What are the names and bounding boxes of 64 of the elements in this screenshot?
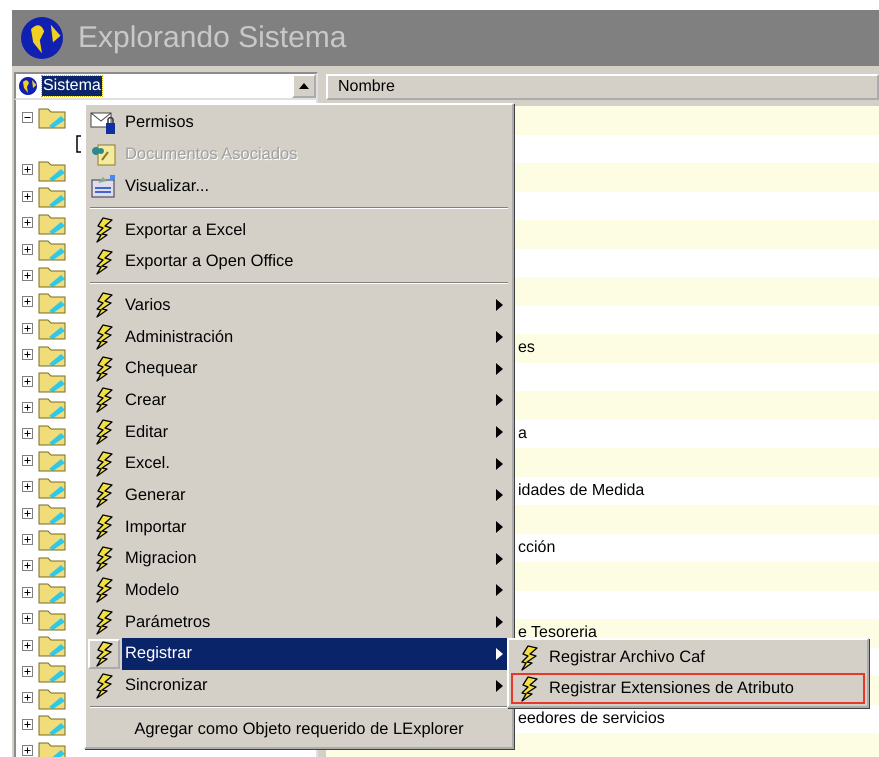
expand-icon[interactable] bbox=[22, 376, 33, 387]
document-icon bbox=[90, 142, 118, 168]
expand-icon[interactable] bbox=[22, 481, 33, 492]
expand-icon[interactable] bbox=[22, 534, 33, 545]
lightning-icon bbox=[94, 609, 114, 636]
menu-item[interactable]: Exportar a Excel bbox=[88, 214, 510, 246]
expand-icon[interactable] bbox=[22, 560, 33, 572]
collapse-icon[interactable] bbox=[22, 112, 33, 123]
menu-item[interactable]: Exportar a Open Office bbox=[88, 246, 510, 278]
triangle-icon bbox=[298, 82, 310, 90]
expand-icon[interactable] bbox=[22, 613, 33, 624]
menu-item[interactable]: Modelo bbox=[88, 574, 510, 606]
dropdown-button[interactable] bbox=[292, 74, 316, 98]
menu-item[interactable]: Registrar Extensiones de Atributo bbox=[511, 673, 865, 704]
lightning-icon bbox=[519, 644, 539, 670]
expand-icon[interactable] bbox=[22, 402, 33, 413]
lightning-icon bbox=[94, 356, 114, 382]
lightning-icon bbox=[94, 514, 114, 540]
form-icon bbox=[90, 173, 118, 200]
expand-icon[interactable] bbox=[22, 508, 33, 519]
lightning-icon bbox=[94, 640, 114, 667]
lightning-icon bbox=[94, 216, 114, 243]
expand-icon[interactable] bbox=[22, 322, 33, 334]
expand-icon[interactable] bbox=[22, 640, 33, 650]
column-header[interactable]: Nombre bbox=[326, 74, 879, 100]
expand-icon[interactable] bbox=[22, 190, 33, 202]
expand-icon[interactable] bbox=[22, 692, 33, 704]
lightning-icon bbox=[94, 672, 114, 699]
lightning-icon bbox=[94, 292, 114, 318]
expand-icon[interactable] bbox=[22, 454, 33, 466]
menu-item[interactable]: Parámetros bbox=[88, 606, 510, 638]
globe-icon bbox=[18, 76, 38, 96]
expand-icon[interactable] bbox=[22, 164, 33, 176]
node-icon bbox=[76, 134, 82, 153]
lightning-icon bbox=[94, 577, 114, 604]
lightning-icon bbox=[94, 248, 114, 275]
lightning-icon bbox=[94, 419, 114, 446]
envelope-lock-icon bbox=[90, 110, 118, 136]
expand-icon[interactable] bbox=[22, 270, 33, 282]
expand-icon[interactable] bbox=[22, 666, 33, 677]
lightning-icon bbox=[94, 546, 114, 572]
menu-item[interactable]: Sincronizar bbox=[88, 670, 510, 702]
expand-icon[interactable] bbox=[22, 244, 33, 255]
expand-icon[interactable] bbox=[22, 296, 33, 308]
window-title: Explorando Sistema bbox=[78, 23, 346, 53]
lightning-icon bbox=[519, 676, 539, 702]
expand-icon[interactable] bbox=[22, 428, 33, 440]
expand-icon[interactable] bbox=[22, 217, 33, 228]
menu-item[interactable]: Permisos bbox=[88, 107, 510, 139]
menu-item[interactable]: Registrar Archivo Caf bbox=[511, 642, 865, 673]
menu-item[interactable]: Visualizar... bbox=[88, 170, 510, 202]
menu-item[interactable]: Crear bbox=[88, 384, 510, 416]
expand-icon[interactable] bbox=[22, 349, 33, 360]
menu-item[interactable]: Varios bbox=[88, 289, 510, 322]
lightning-icon bbox=[94, 324, 114, 350]
lightning-icon bbox=[94, 387, 114, 414]
lightning-icon bbox=[94, 450, 114, 477]
lightning-icon bbox=[94, 482, 114, 508]
tree-root-label[interactable]: Sistema bbox=[42, 76, 102, 96]
expand-icon[interactable] bbox=[22, 718, 33, 730]
tree-root-combo[interactable]: Sistema bbox=[14, 72, 318, 100]
globe-icon bbox=[20, 16, 64, 60]
expand-icon[interactable] bbox=[22, 586, 33, 598]
expand-icon[interactable] bbox=[22, 745, 33, 756]
